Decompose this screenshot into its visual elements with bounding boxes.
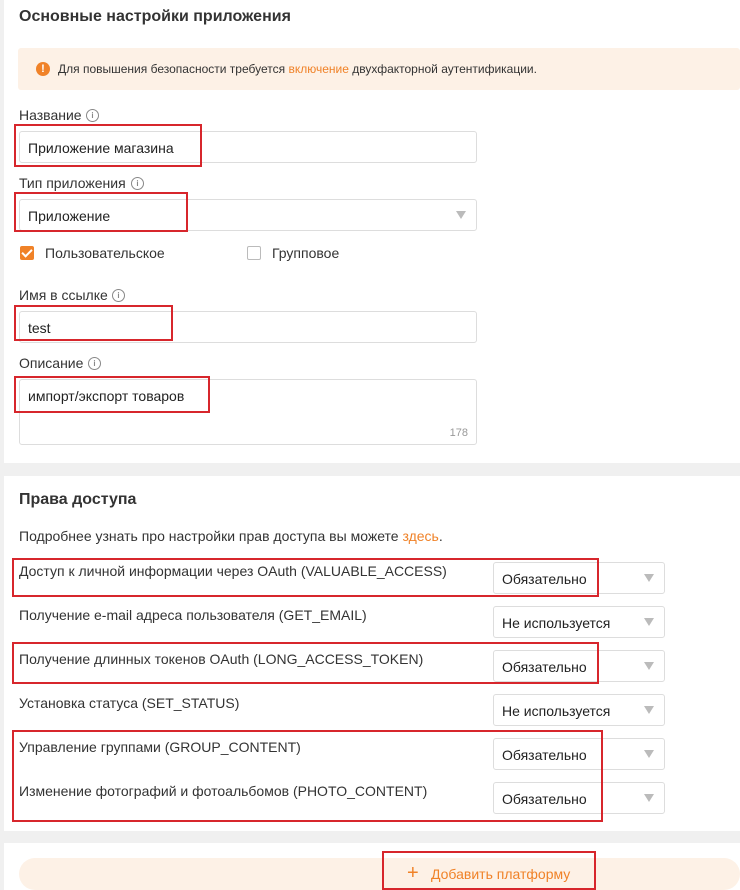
name-input[interactable]: Приложение магазина — [19, 131, 477, 163]
link-name-value: test — [28, 320, 51, 336]
link-name-input[interactable]: test — [19, 311, 477, 343]
basic-settings-card: Основные настройки приложения ! Для повы… — [4, 0, 740, 463]
info-circle-icon[interactable]: i — [88, 357, 101, 370]
perm-select-get-email[interactable]: Не используется — [493, 606, 665, 638]
perm-value-set-status: Не используется — [502, 703, 611, 719]
plus-icon: + — [407, 862, 419, 884]
dropdown-triangle-icon — [644, 794, 654, 802]
add-platform-button[interactable]: + Добавить платформу — [19, 858, 740, 890]
description-char-counter: 178 — [449, 427, 468, 439]
description-value: импорт/экспорт товаров — [28, 388, 185, 404]
perm-label-photo-content: Изменение фотографий и фотоальбомов (PHO… — [19, 783, 428, 799]
group-checkbox[interactable] — [247, 246, 261, 260]
dropdown-triangle-icon — [644, 750, 654, 758]
add-platform-label: Добавить платформу — [431, 866, 571, 882]
info-circle-icon[interactable]: i — [86, 109, 99, 122]
info-circle-icon[interactable]: i — [131, 177, 144, 190]
dropdown-triangle-icon — [644, 574, 654, 582]
perm-select-set-status[interactable]: Не используется — [493, 694, 665, 726]
link-name-label: Имя в ссылке — [19, 287, 108, 303]
perm-value-photo-content: Обязательно — [502, 791, 587, 807]
description-textarea[interactable]: импорт/экспорт товаров 178 — [19, 379, 477, 445]
security-alert: ! Для повышения безопасности требуется в… — [18, 48, 740, 90]
app-type-select[interactable]: Приложение — [19, 199, 477, 231]
alert-text-before: Для повышения безопасности требуется — [58, 62, 286, 76]
basic-settings-title: Основные настройки приложения — [19, 8, 291, 25]
perm-label-set-status: Установка статуса (SET_STATUS) — [19, 695, 240, 711]
group-checkbox-label[interactable]: Групповое — [272, 245, 339, 261]
access-docs-link[interactable]: здесь — [402, 528, 438, 544]
access-intro-text: Подробнее узнать про настройки прав дост… — [19, 528, 399, 544]
name-input-value: Приложение магазина — [28, 140, 174, 156]
perm-select-photo-content[interactable]: Обязательно — [493, 782, 665, 814]
alert-text-after: двухфакторной аутентификации. — [352, 62, 537, 76]
dropdown-triangle-icon — [456, 211, 466, 219]
dropdown-triangle-icon — [644, 706, 654, 714]
dropdown-triangle-icon — [644, 618, 654, 626]
access-rights-card: Права доступа Подробнее узнать про настр… — [4, 476, 740, 831]
perm-select-long-access-token[interactable]: Обязательно — [493, 650, 665, 682]
app-type-value: Приложение — [28, 208, 111, 224]
platform-card: + Добавить платформу — [4, 843, 740, 890]
perm-value-long-access-token: Обязательно — [502, 659, 587, 675]
perm-label-long-access-token: Получение длинных токенов OAuth (LONG_AC… — [19, 651, 424, 667]
access-intro: Подробнее узнать про настройки прав дост… — [19, 528, 443, 544]
perm-label-group-content: Управление группами (GROUP_CONTENT) — [19, 739, 301, 755]
access-intro-end: . — [438, 528, 443, 544]
perm-label-valuable-access: Доступ к личной информации через OAuth (… — [19, 563, 447, 579]
info-circle-icon[interactable]: i — [112, 289, 125, 302]
enable-2fa-link[interactable]: включение — [288, 62, 348, 76]
perm-value-group-content: Обязательно — [502, 747, 587, 763]
description-label: Описание — [19, 355, 84, 371]
user-checkbox[interactable] — [20, 246, 34, 260]
name-label: Название — [19, 107, 82, 123]
access-rights-title: Права доступа — [19, 491, 137, 508]
exclamation-circle-icon: ! — [36, 62, 50, 76]
perm-select-group-content[interactable]: Обязательно — [493, 738, 665, 770]
dropdown-triangle-icon — [644, 662, 654, 670]
perm-select-valuable-access[interactable]: Обязательно — [493, 562, 665, 594]
perm-value-valuable-access: Обязательно — [502, 571, 587, 587]
app-type-label: Тип приложения — [19, 175, 126, 191]
perm-label-get-email: Получение e-mail адреса пользователя (GE… — [19, 607, 367, 623]
security-alert-text: Для повышения безопасности требуется вкл… — [58, 62, 537, 76]
perm-value-get-email: Не используется — [502, 615, 611, 631]
user-checkbox-label[interactable]: Пользовательское — [45, 245, 165, 261]
